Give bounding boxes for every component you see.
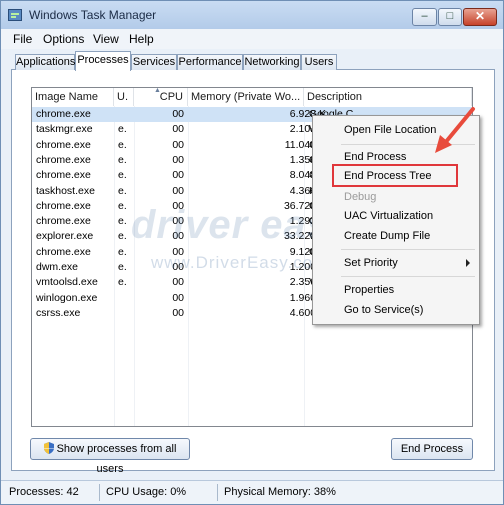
- cell-cpu: 00: [172, 184, 184, 197]
- uac-shield-icon: [43, 442, 54, 454]
- menu-uac-virtualization[interactable]: UAC Virtualization: [344, 210, 433, 222]
- menu-help[interactable]: Help: [129, 32, 154, 46]
- menu-go-to-services[interactable]: Go to Service(s): [344, 304, 423, 316]
- cell-memory: 8.048 K: [289, 169, 326, 182]
- cell-image-name: chrome.exe: [36, 169, 91, 182]
- column-memory[interactable]: Memory (Private Wo...: [188, 88, 304, 106]
- title-bar[interactable]: Windows Task Manager – □ ✕: [1, 1, 503, 29]
- cell-image-name: taskhost.exe: [36, 184, 95, 197]
- tab-users[interactable]: Users: [301, 54, 337, 70]
- cell-image-name: chrome.exe: [36, 153, 91, 166]
- menu-open-file-location[interactable]: Open File Location: [344, 124, 436, 136]
- cell-memory: 2.356 K: [289, 276, 326, 289]
- watermark-url: www.DriverEasy.com: [151, 253, 329, 272]
- menu-file[interactable]: File: [13, 32, 32, 46]
- menu-create-dump-file[interactable]: Create Dump File: [344, 230, 430, 242]
- cell-image-name: chrome.exe: [36, 245, 91, 258]
- status-cpu-usage: CPU Usage: 0%: [106, 486, 187, 498]
- cell-cpu: 00: [172, 138, 184, 151]
- tab-networking[interactable]: Networking: [243, 54, 301, 70]
- menu-end-process[interactable]: End Process: [344, 151, 406, 163]
- menu-bar: File Options View Help: [1, 29, 503, 49]
- cell-image-name: vmtoolsd.exe: [36, 276, 98, 289]
- cell-image-name: csrss.exe: [36, 306, 81, 319]
- pointer-arrow-icon: [435, 107, 475, 153]
- cell-user: e.: [118, 261, 127, 273]
- cell-image-name: chrome.exe: [36, 215, 91, 228]
- cell-image-name: chrome.exe: [36, 108, 91, 120]
- window-title: Windows Task Manager: [29, 8, 157, 22]
- cell-image-name: winlogon.exe: [36, 291, 98, 304]
- status-physical-memory: Physical Memory: 38%: [224, 486, 336, 498]
- cell-cpu: 00: [172, 108, 184, 120]
- cell-image-name: explorer.exe: [36, 230, 94, 243]
- cell-cpu: 00: [172, 169, 184, 182]
- cell-image-name: chrome.exe: [36, 199, 91, 212]
- cell-memory: 1.356 K: [289, 153, 326, 166]
- cell-memory: 2.104 K: [289, 123, 326, 136]
- menu-view[interactable]: View: [93, 32, 119, 46]
- show-all-users-button[interactable]: Show processes from all users: [30, 438, 190, 475]
- cell-memory: 6.928 K: [289, 108, 326, 120]
- tab-applications[interactable]: Applications: [15, 54, 75, 70]
- menu-debug: Debug: [344, 191, 377, 203]
- cell-user: e.: [118, 184, 127, 197]
- cell-cpu: 00: [172, 123, 184, 136]
- cell-cpu: 00: [172, 276, 184, 289]
- task-manager-window: Windows Task Manager – □ ✕ File Options …: [0, 0, 504, 505]
- sort-arrow-icon: ▲: [154, 87, 161, 94]
- cell-user: e.: [118, 153, 127, 166]
- cell-image-name: dwm.exe: [36, 261, 79, 273]
- submenu-arrow-icon: [466, 259, 470, 267]
- tab-processes[interactable]: Processes: [75, 51, 131, 71]
- highlight-box: [332, 164, 458, 187]
- menu-set-priority[interactable]: Set Priority: [344, 257, 398, 269]
- menu-properties[interactable]: Properties: [344, 284, 394, 296]
- cell-cpu: 00: [172, 153, 184, 166]
- column-image-name[interactable]: Image Name: [32, 88, 114, 106]
- minimize-button[interactable]: –: [412, 8, 437, 26]
- status-bar: Processes: 42 CPU Usage: 0% Physical Mem…: [1, 480, 503, 504]
- cell-user: e.: [118, 123, 127, 136]
- cell-memory: 1.960 K: [289, 291, 326, 304]
- column-cpu[interactable]: CPU: [134, 88, 188, 106]
- cell-memory: 11.040 K: [284, 138, 326, 151]
- cell-memory: 4.360 K: [289, 184, 326, 197]
- cell-cpu: 00: [172, 306, 184, 319]
- end-process-button[interactable]: End Process: [391, 438, 473, 460]
- column-user[interactable]: U.: [114, 88, 134, 106]
- cell-user: e.: [118, 169, 127, 182]
- task-manager-icon: [8, 9, 22, 21]
- tab-performance[interactable]: Performance: [177, 54, 243, 70]
- tab-services[interactable]: Services: [131, 54, 177, 70]
- menu-options[interactable]: Options: [43, 32, 84, 46]
- column-description[interactable]: Description: [304, 88, 472, 106]
- cell-cpu: 00: [172, 291, 184, 304]
- maximize-button[interactable]: □: [438, 8, 462, 26]
- close-button[interactable]: ✕: [463, 8, 497, 26]
- cell-image-name: taskmgr.exe: [36, 123, 93, 136]
- status-processes: Processes: 42: [9, 486, 79, 498]
- cell-memory: 4.600 K: [289, 306, 326, 319]
- cell-user: e.: [118, 276, 127, 289]
- cell-image-name: chrome.exe: [36, 138, 91, 151]
- cell-user: e.: [118, 138, 127, 151]
